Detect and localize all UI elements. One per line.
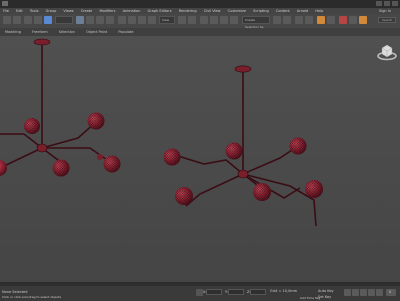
window-crossing-icon[interactable] (106, 16, 114, 24)
y-coordinate-field[interactable]: Y: (225, 289, 244, 295)
bulb-mesh (175, 187, 193, 205)
title-bar (0, 0, 400, 8)
select-object-icon[interactable] (76, 16, 84, 24)
bulb-mesh (103, 155, 121, 173)
main-toolbar: View Create Selection Se Search (0, 14, 400, 29)
select-manipulate-icon[interactable] (188, 16, 196, 24)
tab-selection[interactable]: Selection (54, 28, 80, 36)
window-controls (376, 1, 398, 6)
bulb-mesh (52, 159, 70, 177)
grid-size: Grid = 10,0mm (270, 289, 298, 293)
tab-freeform[interactable]: Freeform (27, 28, 53, 36)
angle-snap-icon[interactable] (210, 16, 218, 24)
render-production-icon[interactable] (359, 16, 367, 24)
bulb-mesh (163, 148, 181, 166)
set-key-button[interactable]: Set Key (318, 295, 331, 299)
rotate-icon[interactable] (128, 16, 136, 24)
y-label: Y: (225, 290, 228, 294)
close-icon[interactable] (392, 1, 398, 6)
play-icon[interactable] (360, 289, 367, 296)
snaps-toggle-icon[interactable] (200, 16, 208, 24)
mirror-icon[interactable] (273, 16, 281, 24)
move-icon[interactable] (118, 16, 126, 24)
z-label: Z: (247, 290, 251, 294)
center-hub[interactable] (36, 143, 48, 153)
tab-modeling[interactable]: Modeling (0, 28, 26, 36)
named-selection-sets-dropdown[interactable]: Create Selection Se (242, 16, 270, 29)
bulb-mesh (289, 137, 307, 155)
minimize-icon[interactable] (376, 1, 382, 6)
pivot-center-icon[interactable] (178, 16, 186, 24)
selection-status: None Selected (2, 290, 28, 294)
bulb-mesh (305, 180, 323, 198)
previous-frame-icon[interactable] (352, 289, 359, 296)
curve-editor-icon[interactable] (317, 16, 325, 24)
center-hub[interactable] (237, 169, 249, 179)
scene-explorer-icon[interactable] (295, 16, 303, 24)
redo-icon[interactable] (13, 16, 21, 24)
z-coordinate-field[interactable]: Z: (247, 289, 266, 295)
search-input[interactable]: Search (378, 17, 396, 23)
placement-icon[interactable] (148, 16, 156, 24)
rectangular-selection-icon[interactable] (96, 16, 104, 24)
percent-snap-icon[interactable] (220, 16, 228, 24)
spinner-snap-icon[interactable] (230, 16, 238, 24)
next-frame-icon[interactable] (368, 289, 375, 296)
render-setup-icon[interactable] (349, 16, 357, 24)
undo-icon[interactable] (3, 16, 11, 24)
bulb-mesh (253, 183, 271, 201)
selection-filter-dropdown[interactable] (55, 16, 73, 24)
layer-explorer-icon[interactable] (305, 16, 313, 24)
time-slider[interactable] (0, 283, 400, 286)
align-icon[interactable] (283, 16, 291, 24)
bind-space-warp-icon[interactable] (44, 16, 52, 24)
bulb-mesh (24, 118, 40, 134)
ceiling-canopy[interactable] (33, 38, 51, 46)
bulb-mesh (87, 112, 105, 130)
go-to-start-icon[interactable] (344, 289, 351, 296)
scale-icon[interactable] (138, 16, 146, 24)
reference-coordinate-dropdown[interactable]: View (159, 16, 175, 24)
lock-selection-icon[interactable] (196, 289, 203, 296)
app-icon (2, 1, 8, 6)
unlink-icon[interactable] (34, 16, 42, 24)
prompt-line: Click or click-and-drag to select object… (2, 295, 62, 299)
x-coordinate-field[interactable]: X: (203, 289, 222, 295)
bulb-mesh (225, 142, 243, 160)
perspective-viewport[interactable]: [+] [Perspective] [Standard] [Default Sh… (0, 36, 400, 282)
current-frame: 0 (389, 290, 392, 294)
bulb-socket (97, 154, 103, 160)
viewport-scene[interactable] (0, 36, 400, 282)
maximize-icon[interactable] (384, 1, 390, 6)
frame-number-field[interactable]: 0 (386, 289, 396, 296)
tab-object-paint[interactable]: Object Paint (81, 28, 112, 36)
auto-key-button[interactable]: Auto Key (318, 289, 334, 293)
ceiling-canopy[interactable] (234, 65, 252, 73)
link-icon[interactable] (24, 16, 32, 24)
x-label: X: (203, 290, 207, 294)
viewport-background (0, 36, 400, 282)
go-to-end-icon[interactable] (376, 289, 383, 296)
select-by-name-icon[interactable] (86, 16, 94, 24)
schematic-view-icon[interactable] (327, 16, 335, 24)
tab-populate[interactable]: Populate (113, 28, 138, 36)
material-editor-icon[interactable] (339, 16, 347, 24)
